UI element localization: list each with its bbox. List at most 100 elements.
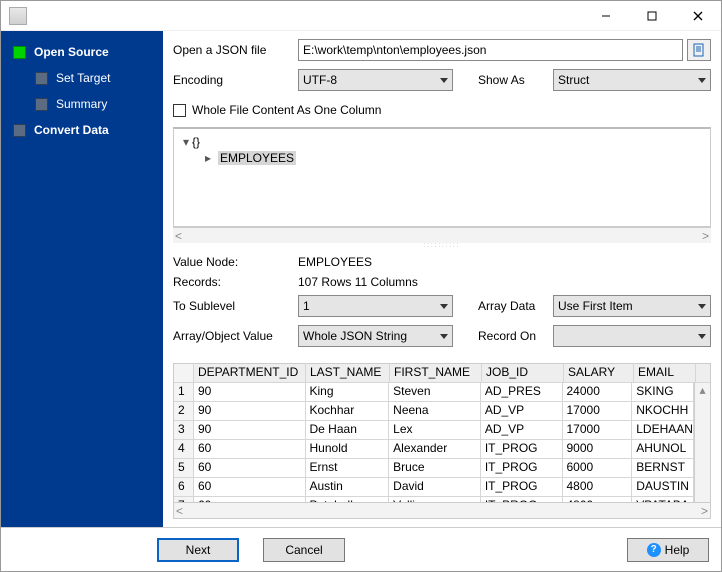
grid-cell[interactable]: 24000 [563, 383, 633, 401]
row-number: 2 [174, 402, 194, 420]
grid-cell[interactable]: 4800 [563, 478, 633, 496]
grid-cell[interactable]: SKING [632, 383, 694, 401]
column-header[interactable]: EMAIL [634, 364, 696, 382]
grid-header-row: DEPARTMENT_ID LAST_NAME FIRST_NAME JOB_I… [174, 364, 710, 383]
whole-file-checkbox[interactable] [173, 104, 186, 117]
grid-cell[interactable]: IT_PROG [481, 459, 563, 477]
show-as-value: Struct [558, 73, 589, 87]
json-tree[interactable]: ▾ {} ▸ EMPLOYEES [173, 127, 711, 227]
grid-cell[interactable]: David [389, 478, 481, 496]
sidebar-item-label: Open Source [34, 45, 109, 59]
step-indicator-icon [13, 46, 26, 59]
grid-cell[interactable]: AD_VP [481, 402, 563, 420]
sidebar-item-label: Set Target [56, 71, 110, 85]
grid-cell[interactable]: 60 [194, 459, 306, 477]
tree-horizontal-scrollbar[interactable]: < > [173, 227, 711, 243]
to-sublevel-select[interactable]: 1 [298, 295, 453, 317]
record-on-label: Record On [478, 329, 553, 343]
browse-file-button[interactable] [687, 39, 711, 61]
grid-cell[interactable]: Lex [389, 421, 481, 439]
grid-cell[interactable]: AD_VP [481, 421, 563, 439]
grid-cell[interactable]: 17000 [563, 421, 633, 439]
grid-cell[interactable]: LDEHAAN [632, 421, 694, 439]
sidebar-item-open-source[interactable]: Open Source [1, 39, 163, 65]
value-node-label: Value Node: [173, 255, 298, 269]
array-data-select[interactable]: Use First Item [553, 295, 711, 317]
table-row[interactable]: 290KochharNeenaAD_VP17000NKOCHH [174, 402, 694, 421]
row-number: 1 [174, 383, 194, 401]
table-row[interactable]: 660AustinDavidIT_PROG4800DAUSTIN [174, 478, 694, 497]
cancel-button[interactable]: Cancel [263, 538, 345, 562]
minimize-button[interactable] [583, 1, 629, 31]
grid-cell[interactable]: King [306, 383, 390, 401]
table-row[interactable]: 190KingStevenAD_PRES24000SKING [174, 383, 694, 402]
grid-cell[interactable]: Hunold [306, 440, 390, 458]
column-header[interactable]: DEPARTMENT_ID [194, 364, 306, 382]
to-sublevel-value: 1 [303, 299, 310, 313]
grid-cell[interactable]: 17000 [563, 402, 633, 420]
grid-cell[interactable]: Neena [389, 402, 481, 420]
table-row[interactable]: 390De HaanLexAD_VP17000LDEHAAN [174, 421, 694, 440]
grid-cell[interactable]: Steven [389, 383, 481, 401]
maximize-button[interactable] [629, 1, 675, 31]
grid-cell[interactable]: Bruce [389, 459, 481, 477]
splitter-handle[interactable]: :::::::::: [173, 243, 711, 249]
scroll-left-icon[interactable]: < [175, 229, 182, 243]
grid-cell[interactable]: 6000 [563, 459, 633, 477]
tree-expand-icon[interactable]: ▾ [180, 135, 192, 149]
grid-horizontal-scrollbar[interactable]: < > [174, 502, 710, 518]
close-button[interactable] [675, 1, 721, 31]
column-header[interactable]: JOB_ID [482, 364, 564, 382]
row-number: 6 [174, 478, 194, 496]
tree-expand-icon[interactable]: ▸ [202, 151, 214, 165]
show-as-select[interactable]: Struct [553, 69, 711, 91]
chevron-down-icon [440, 78, 448, 83]
grid-cell[interactable]: Alexander [389, 440, 481, 458]
sidebar-item-convert-data[interactable]: Convert Data [1, 117, 163, 143]
grid-cell[interactable]: 60 [194, 478, 306, 496]
grid-cell[interactable]: 9000 [563, 440, 633, 458]
grid-cell[interactable]: Kochhar [306, 402, 390, 420]
grid-vertical-scrollbar[interactable]: ▴ ▾ [694, 383, 710, 502]
tree-root-node[interactable]: {} [192, 135, 200, 149]
encoding-select[interactable]: UTF-8 [298, 69, 453, 91]
grid-cell[interactable]: 60 [194, 440, 306, 458]
scroll-left-icon[interactable]: < [176, 504, 183, 518]
grid-cell[interactable]: Austin [306, 478, 390, 496]
records-label: Records: [173, 275, 298, 289]
grid-cell[interactable]: 90 [194, 421, 306, 439]
help-icon: ? [647, 543, 661, 557]
scroll-right-icon[interactable]: > [701, 504, 708, 518]
row-number: 4 [174, 440, 194, 458]
array-object-value-select[interactable]: Whole JSON String [298, 325, 453, 347]
sidebar-item-summary[interactable]: Summary [1, 91, 163, 117]
scroll-right-icon[interactable]: > [702, 229, 709, 243]
column-header[interactable]: FIRST_NAME [390, 364, 482, 382]
grid-cell[interactable]: 90 [194, 402, 306, 420]
file-path-input[interactable] [298, 39, 683, 61]
grid-cell[interactable]: BERNST [632, 459, 694, 477]
table-row[interactable]: 460HunoldAlexanderIT_PROG9000AHUNOL [174, 440, 694, 459]
sidebar-item-set-target[interactable]: Set Target [1, 65, 163, 91]
grid-cell[interactable]: De Haan [306, 421, 390, 439]
tree-node-employees[interactable]: EMPLOYEES [218, 151, 296, 165]
help-button[interactable]: ? Help [627, 538, 709, 562]
grid-cell[interactable]: DAUSTIN [632, 478, 694, 496]
record-on-select[interactable] [553, 325, 711, 347]
grid-cell[interactable]: 90 [194, 383, 306, 401]
next-button[interactable]: Next [157, 538, 239, 562]
table-row[interactable]: 560ErnstBruceIT_PROG6000BERNST [174, 459, 694, 478]
grid-cell[interactable]: IT_PROG [481, 440, 563, 458]
chevron-down-icon [698, 78, 706, 83]
grid-cell[interactable]: AD_PRES [481, 383, 563, 401]
column-header[interactable]: SALARY [564, 364, 634, 382]
row-number: 5 [174, 459, 194, 477]
scroll-up-icon[interactable]: ▴ [699, 383, 705, 397]
column-header[interactable]: LAST_NAME [306, 364, 390, 382]
grid-cell[interactable]: IT_PROG [481, 478, 563, 496]
grid-cell[interactable]: NKOCHH [632, 402, 694, 420]
grid-cell[interactable]: AHUNOL [632, 440, 694, 458]
sidebar-item-label: Summary [56, 97, 107, 111]
array-data-label: Array Data [478, 299, 553, 313]
grid-cell[interactable]: Ernst [306, 459, 390, 477]
